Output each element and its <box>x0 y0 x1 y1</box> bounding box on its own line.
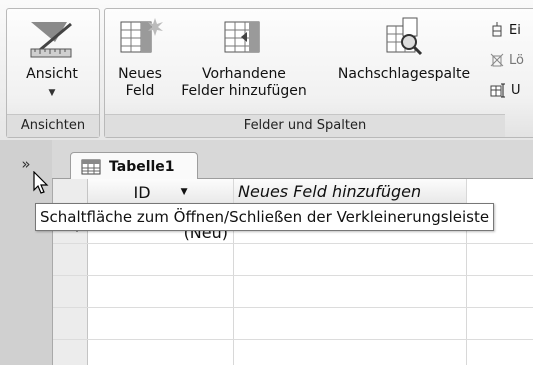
delete-column-label: Lö <box>509 52 524 68</box>
row-line <box>53 243 533 244</box>
add-existing-fields-button[interactable]: Vorhandene Felder hinzufügen <box>174 16 314 100</box>
row-line <box>53 339 533 340</box>
column-header-id-label: ID <box>133 182 151 202</box>
delete-column-button[interactable]: Lö <box>490 52 524 68</box>
new-field-label-2: Feld <box>125 83 155 99</box>
view-button[interactable]: Ansicht ▼ <box>14 16 90 102</box>
existing-fields-icon <box>224 21 260 53</box>
rename-column-button[interactable]: U <box>490 82 521 98</box>
mouse-cursor-icon <box>33 171 49 194</box>
existing-fields-label-2: Felder hinzufügen <box>181 83 307 99</box>
insert-column-icon <box>492 22 502 37</box>
delete-column-icon <box>490 53 504 67</box>
new-field-button[interactable]: Neues Feld <box>112 16 168 100</box>
group-label-ansichten: Ansichten <box>7 114 99 137</box>
new-field-label-1: Neues <box>118 66 162 82</box>
column-header-add-field[interactable]: Neues Feld hinzufügen <box>234 179 467 205</box>
rename-column-icon <box>490 83 505 98</box>
lookup-column-icon <box>386 17 423 56</box>
row-line <box>53 307 533 308</box>
lookup-column-label: Nachschlagespalte <box>337 66 471 82</box>
tab-label: Tabelle1 <box>109 158 175 175</box>
chevron-down-icon: ▼ <box>48 88 56 98</box>
column-header-id[interactable]: ID ▼ <box>88 179 234 206</box>
insert-column-label: Ei <box>509 22 521 38</box>
chevron-down-icon[interactable]: ▼ <box>181 187 188 197</box>
design-view-icon <box>30 22 72 58</box>
group-label-felder-und-spalten: Felder und Spalten <box>105 114 505 137</box>
new-field-icon <box>120 18 163 53</box>
tab-tabelle1[interactable]: Tabelle1 <box>70 152 198 180</box>
lookup-column-button[interactable]: Nachschlagespalte <box>330 16 478 83</box>
row-line <box>53 275 533 276</box>
existing-fields-label-1: Vorhandene <box>202 66 286 82</box>
insert-column-button[interactable]: Ei <box>490 22 521 38</box>
tooltip: Schaltfläche zum Öffnen/Schließen der Ve… <box>35 203 495 231</box>
view-button-label: Ansicht <box>26 66 78 82</box>
table-icon <box>81 159 101 174</box>
rename-column-label: U <box>511 82 521 98</box>
ribbon: Ansichten Felder und Spalten Ansicht ▼ N… <box>0 0 533 140</box>
